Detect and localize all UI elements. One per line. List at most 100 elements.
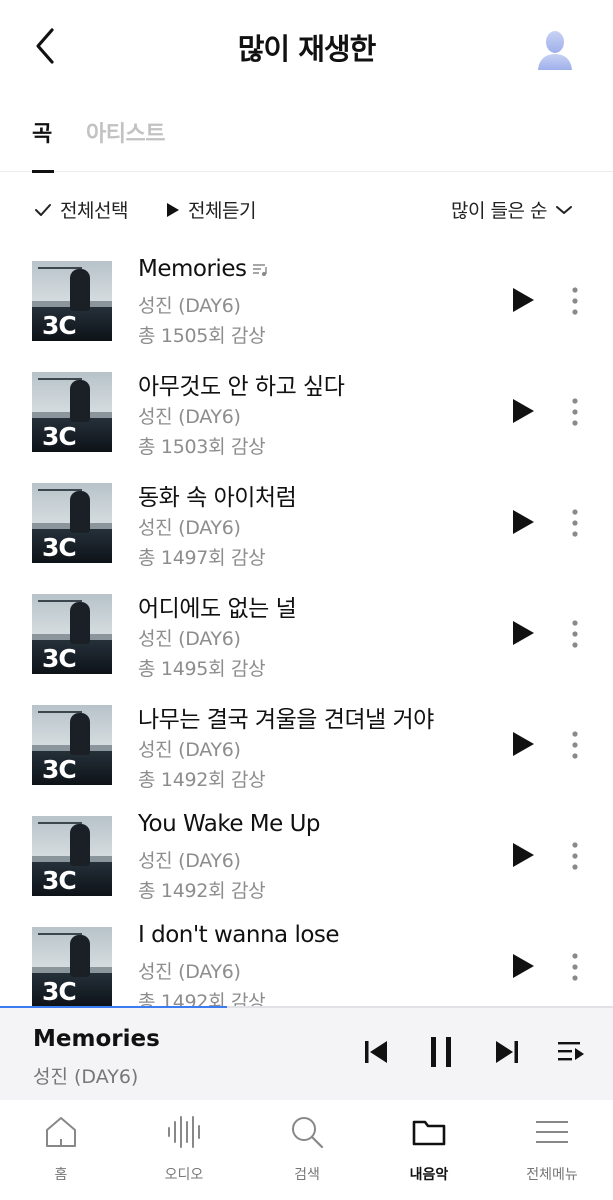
song-artist: 성진 (DAY6) bbox=[138, 628, 241, 650]
folder-icon bbox=[412, 1120, 446, 1146]
album-cover[interactable]: 3C bbox=[32, 816, 112, 896]
more-vertical-icon bbox=[572, 953, 578, 981]
now-playing-title: Memories bbox=[33, 1026, 160, 1052]
song-play-button[interactable] bbox=[510, 730, 536, 758]
more-options-button[interactable] bbox=[566, 619, 584, 649]
more-options-button[interactable] bbox=[566, 397, 584, 427]
now-playing-artist: 성진 (DAY6) bbox=[33, 1066, 139, 1088]
more-vertical-icon bbox=[572, 509, 578, 537]
song-play-button[interactable] bbox=[510, 952, 536, 980]
play-icon bbox=[513, 732, 534, 756]
more-vertical-icon bbox=[572, 287, 578, 315]
song-list: 3C Memories 성진 (DAY6) 총 1505회 감상 3C 아무것도 bbox=[0, 246, 613, 1006]
queue-list-icon bbox=[558, 1042, 584, 1061]
song-row[interactable]: 3C You Wake Me Up 성진 (DAY6) 총 1492회 감상 bbox=[0, 801, 613, 912]
song-title: Memories bbox=[138, 256, 268, 283]
more-vertical-icon bbox=[572, 842, 578, 870]
album-cover-text: 3C bbox=[42, 755, 77, 784]
song-artist: 성진 (DAY6) bbox=[138, 295, 241, 317]
song-artist: 성진 (DAY6) bbox=[138, 739, 241, 761]
select-all-button[interactable]: 전체선택 bbox=[34, 196, 128, 223]
nav-all-menu[interactable]: 전체메뉴 bbox=[497, 1114, 607, 1194]
checkmark-icon bbox=[35, 203, 51, 216]
nav-search[interactable]: 검색 bbox=[252, 1114, 362, 1194]
nav-search-label: 검색 bbox=[294, 1167, 320, 1183]
nav-my-music[interactable]: 내음악 bbox=[374, 1114, 484, 1194]
song-row[interactable]: 3C 동화 속 아이처럼 성진 (DAY6) 총 1497회 감상 bbox=[0, 468, 613, 579]
tab-songs[interactable]: 곡 bbox=[32, 116, 52, 148]
song-row[interactable]: 3C Memories 성진 (DAY6) 총 1505회 감상 bbox=[0, 246, 613, 357]
song-artist: 성진 (DAY6) bbox=[138, 517, 241, 539]
song-title: 아무것도 안 하고 싶다 bbox=[138, 374, 345, 400]
play-icon bbox=[513, 399, 534, 423]
more-options-button[interactable] bbox=[566, 286, 584, 316]
more-options-button[interactable] bbox=[566, 841, 584, 871]
song-play-count: 총 1492회 감상 bbox=[138, 880, 266, 902]
list-toolbar: 전체선택 전체듣기 많이 들은 순 bbox=[0, 188, 613, 228]
album-cover[interactable]: 3C bbox=[32, 594, 112, 674]
nav-audio[interactable]: 오디오 bbox=[129, 1114, 239, 1194]
song-play-button[interactable] bbox=[510, 841, 536, 869]
album-cover-text: 3C bbox=[42, 866, 77, 895]
song-row[interactable]: 3C I don't wanna lose 성진 (DAY6) 총 1492회 … bbox=[0, 912, 613, 1006]
pause-button[interactable] bbox=[428, 1036, 454, 1068]
album-cover[interactable]: 3C bbox=[32, 927, 112, 1006]
playback-progress-fill bbox=[0, 1006, 227, 1008]
album-cover-text: 3C bbox=[42, 422, 77, 451]
play-icon bbox=[513, 510, 534, 534]
hamburger-menu-icon bbox=[536, 1121, 568, 1143]
album-cover[interactable]: 3C bbox=[32, 483, 112, 563]
song-play-button[interactable] bbox=[510, 508, 536, 536]
more-vertical-icon bbox=[572, 731, 578, 759]
select-all-label: 전체선택 bbox=[60, 200, 128, 222]
sort-dropdown[interactable]: 많이 들은 순 bbox=[451, 196, 573, 223]
song-play-button[interactable] bbox=[510, 397, 536, 425]
previous-track-button[interactable] bbox=[363, 1038, 389, 1066]
playlist-queue-button[interactable] bbox=[556, 1038, 586, 1066]
header: 많이 재생한 bbox=[0, 0, 613, 92]
active-tab-indicator bbox=[32, 170, 54, 173]
tab-artists[interactable]: 아티스트 bbox=[86, 116, 165, 148]
song-play-count: 총 1495회 감상 bbox=[138, 658, 266, 680]
next-track-button[interactable] bbox=[494, 1038, 520, 1066]
skip-next-icon bbox=[496, 1041, 518, 1063]
nav-audio-label: 오디오 bbox=[164, 1167, 204, 1183]
album-cover[interactable]: 3C bbox=[32, 705, 112, 785]
song-play-button[interactable] bbox=[510, 286, 536, 314]
play-icon bbox=[167, 202, 179, 217]
song-row[interactable]: 3C 아무것도 안 하고 싶다 성진 (DAY6) 총 1503회 감상 bbox=[0, 357, 613, 468]
song-row[interactable]: 3C 나무는 결국 겨울을 견뎌낼 거야 성진 (DAY6) 총 1492회 감… bbox=[0, 690, 613, 801]
song-artist: 성진 (DAY6) bbox=[138, 961, 241, 983]
album-cover-text: 3C bbox=[42, 533, 77, 562]
play-all-button[interactable]: 전체듣기 bbox=[166, 196, 256, 223]
play-all-label: 전체듣기 bbox=[188, 200, 256, 222]
song-play-button[interactable] bbox=[510, 619, 536, 647]
pause-icon bbox=[431, 1037, 451, 1067]
mini-player[interactable]: Memories 성진 (DAY6) bbox=[0, 1006, 613, 1100]
nav-all-menu-label: 전체메뉴 bbox=[526, 1167, 578, 1183]
song-artist: 성진 (DAY6) bbox=[138, 406, 241, 428]
song-title: I don't wanna lose bbox=[138, 922, 340, 948]
song-title: You Wake Me Up bbox=[138, 811, 321, 837]
more-options-button[interactable] bbox=[566, 730, 584, 760]
song-artist: 성진 (DAY6) bbox=[138, 850, 241, 872]
album-cover[interactable]: 3C bbox=[32, 372, 112, 452]
playback-progress-bar[interactable] bbox=[0, 1006, 613, 1008]
nav-home-label: 홈 bbox=[54, 1167, 68, 1183]
more-options-button[interactable] bbox=[566, 952, 584, 982]
tab-bar: 곡 아티스트 bbox=[0, 100, 613, 173]
chevron-down-icon bbox=[556, 205, 572, 214]
song-title: 동화 속 아이처럼 bbox=[138, 485, 297, 511]
more-options-button[interactable] bbox=[566, 508, 584, 538]
album-cover-text: 3C bbox=[42, 311, 77, 340]
album-cover[interactable]: 3C bbox=[32, 261, 112, 341]
avatar-button[interactable] bbox=[537, 30, 573, 70]
play-icon bbox=[513, 954, 534, 978]
nav-home[interactable]: 홈 bbox=[6, 1114, 116, 1194]
song-row[interactable]: 3C 어디에도 없는 널 성진 (DAY6) 총 1495회 감상 bbox=[0, 579, 613, 690]
page-title: 많이 재생한 bbox=[237, 32, 377, 66]
song-title: 어디에도 없는 널 bbox=[138, 596, 297, 622]
play-icon bbox=[513, 843, 534, 867]
bottom-navigation: 홈 오디오 검색 내음악 전체메뉴 bbox=[0, 1100, 613, 1200]
audio-wave-icon bbox=[168, 1116, 200, 1148]
